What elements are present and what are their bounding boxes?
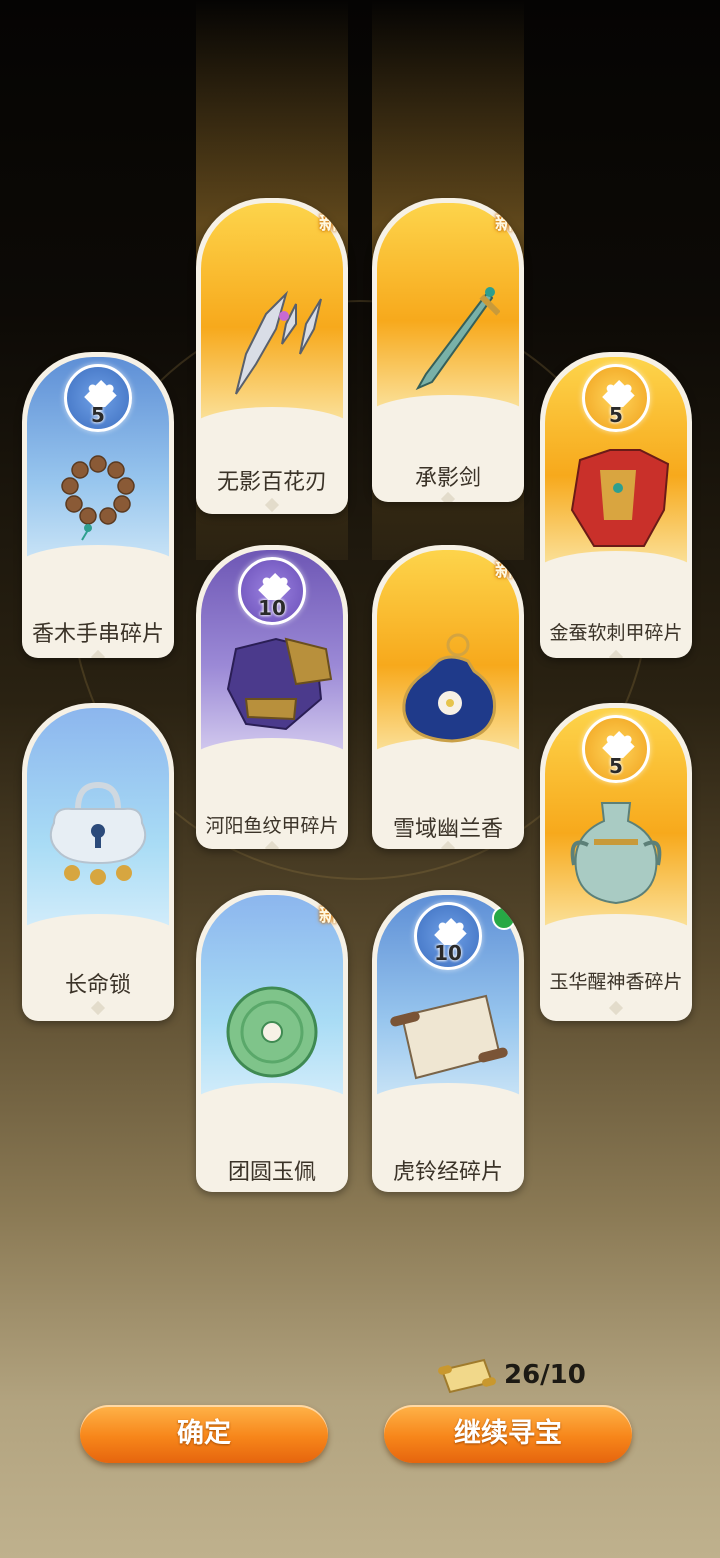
fragment-badge: 10 <box>414 902 482 970</box>
lock-icon <box>49 781 147 885</box>
reward-card-sword[interactable]: 新 承影剑 <box>372 198 524 502</box>
new-tag: 新 <box>318 212 338 234</box>
confirm-button[interactable]: 确定 <box>80 1405 328 1463</box>
card-title: 香木手串碎片 <box>31 622 164 647</box>
new-tag: 新 <box>494 559 514 581</box>
new-tag: 新 <box>494 212 514 234</box>
red-armor-icon <box>570 449 670 547</box>
reward-card-incense-bag[interactable]: 新 雪域幽兰香 <box>372 545 524 849</box>
reward-card-bracelet[interactable]: 5 香木手串碎片 <box>22 352 174 658</box>
reward-card-vase[interactable]: 5 玉华醒神香碎片 <box>540 703 692 1021</box>
reward-card-blade[interactable]: 新 无影百花刃 <box>196 198 348 514</box>
reward-card-red-armor[interactable]: 5 金蚕软刺甲碎片 <box>540 352 692 658</box>
card-title: 长命锁 <box>64 973 131 998</box>
scroll-icon <box>390 994 508 1080</box>
card-title: 河阳鱼纹甲碎片 <box>205 815 339 837</box>
card-title: 承影剑 <box>414 466 481 491</box>
ticket-count: 26/10 <box>504 1360 586 1390</box>
card-title: 虎铃经碎片 <box>392 1160 503 1185</box>
treasure-ticket-counter: 26/10 <box>436 1356 596 1396</box>
continue-treasure-button[interactable]: 继续寻宝 <box>384 1405 632 1463</box>
card-title: 团圆玉佩 <box>227 1160 316 1185</box>
vase-icon <box>570 802 662 905</box>
upgrade-arrow-icon <box>492 906 516 930</box>
reward-card-armor-purple[interactable]: 10 河阳鱼纹甲碎片 <box>196 545 348 849</box>
card-title: 无影百花刃 <box>216 470 327 495</box>
armor-icon <box>226 637 333 731</box>
new-tag: 新 <box>318 904 338 926</box>
fragment-badge: 5 <box>582 715 650 783</box>
card-title: 金蚕软刺甲碎片 <box>549 622 683 644</box>
fragment-badge: 5 <box>582 364 650 432</box>
bracelet-icon <box>61 455 135 541</box>
fragment-badge: 10 <box>238 557 306 625</box>
sword-icon <box>415 287 500 391</box>
reward-card-jade[interactable]: 新 团圆玉佩 <box>196 890 348 1192</box>
treasure-scroll-icon <box>438 1358 496 1394</box>
fragment-badge: 5 <box>64 364 132 432</box>
card-title: 雪域幽兰香 <box>392 817 503 842</box>
reward-card-scroll[interactable]: 10 虎铃经碎片 <box>372 890 524 1192</box>
blade-icon <box>235 290 322 395</box>
sachet-icon <box>402 633 497 743</box>
jade-pendant-icon <box>226 986 318 1078</box>
card-title: 玉华醒神香碎片 <box>549 971 683 993</box>
reward-card-longevity-lock[interactable]: 长命锁 <box>22 703 174 1021</box>
